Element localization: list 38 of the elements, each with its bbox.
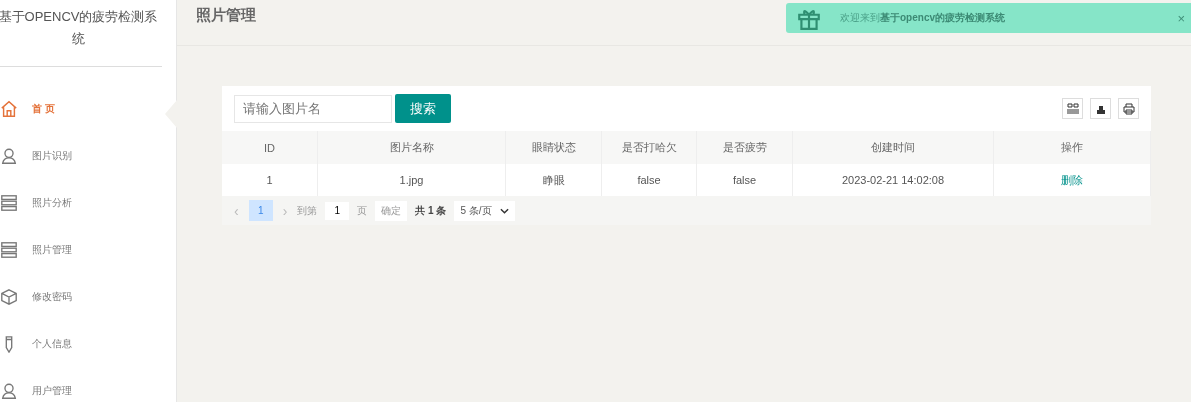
search-button[interactable]: 搜索 (395, 94, 451, 123)
column-header: 创建时间 (792, 131, 994, 164)
export-icon[interactable] (1090, 98, 1111, 119)
page-size-select[interactable]: 5 条/页 (454, 200, 515, 221)
list-icon (0, 240, 18, 259)
home-icon (0, 99, 18, 118)
active-indicator (165, 100, 177, 128)
page-input[interactable]: 1 (325, 201, 350, 220)
sidebar-item[interactable]: 个人信息 (0, 320, 176, 367)
notification-text: 欢迎来到基于opencv的疲劳检测系统 (840, 11, 1006, 25)
cube-icon (0, 287, 18, 306)
search-field[interactable]: 请输入图片名 (234, 94, 392, 123)
list-icon (0, 193, 18, 212)
page-button[interactable]: 1 (248, 200, 273, 221)
close-button[interactable]: × (1171, 10, 1191, 26)
column-header: 图片名称 (317, 131, 506, 164)
sidebar-item[interactable]: 首 页 (0, 85, 176, 132)
column-header: 操作 (993, 131, 1151, 164)
sidebar-item[interactable]: 修改密码 (0, 273, 176, 320)
user-icon (0, 381, 18, 400)
column-header: 是否疲劳 (696, 131, 793, 164)
column-header: 是否打哈欠 (601, 131, 697, 164)
sidebar-item[interactable]: 图片识别 (0, 132, 176, 179)
column-header: 眼睛状态 (505, 131, 602, 164)
page-title: 照片管理 (196, 6, 256, 25)
sidebar-item[interactable]: 照片分析 (0, 179, 176, 226)
column-header: ID (222, 131, 318, 164)
total-count: 共 1 条 (415, 203, 447, 218)
sidebar-item[interactable]: 用户管理 (0, 367, 176, 402)
delete-link[interactable]: 删除 (1061, 173, 1083, 186)
goto-label: 到第 (297, 203, 318, 218)
user-icon (0, 146, 18, 165)
print-icon[interactable] (1118, 98, 1139, 119)
confirm-button[interactable]: 确定 (375, 200, 408, 221)
columns-icon[interactable] (1062, 98, 1083, 119)
chevron-down-icon (499, 207, 509, 214)
page-unit-label: 页 (357, 203, 368, 218)
sidebar-item[interactable]: 照片管理 (0, 226, 176, 273)
